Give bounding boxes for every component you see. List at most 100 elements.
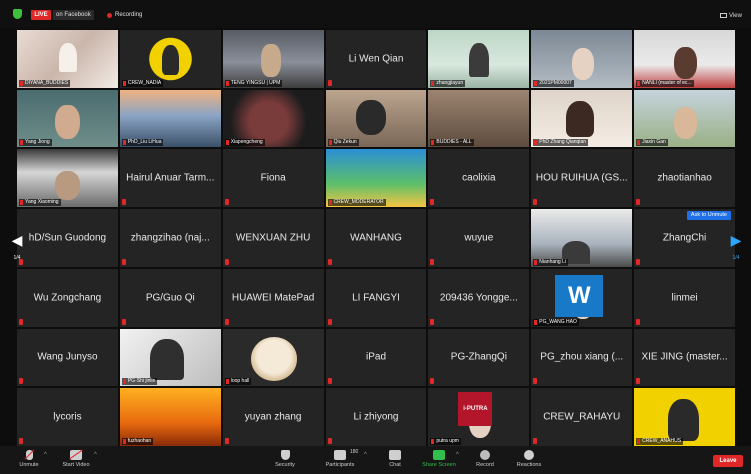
participant-tile[interactable]: Xiapengcheng — [222, 89, 324, 148]
participant-tile[interactable]: zhaotianhao — [634, 149, 735, 208]
participant-tile[interactable]: wuyue — [428, 209, 530, 267]
muted-mic-icon — [533, 199, 538, 206]
muted-mic-icon — [636, 258, 641, 265]
participant-tile[interactable]: lycoris — [17, 388, 118, 446]
participant-tile[interactable]: caolixia — [428, 149, 530, 208]
view-button[interactable]: View — [720, 12, 742, 20]
participant-tile[interactable]: WANHANG — [325, 209, 427, 267]
participant-name: caolixia — [462, 172, 496, 184]
participant-name: XIE JING (master... — [641, 351, 728, 363]
participant-tile[interactable]: PhD_Liu LiHua — [119, 89, 221, 148]
participant-tile[interactable]: BUDDIES - ALL — [428, 89, 530, 148]
participant-tile[interactable]: DIYANA_BUDDIES — [17, 30, 118, 88]
participant-name-label: CREW_MODERATOR — [327, 199, 386, 207]
muted-mic-icon — [19, 438, 23, 444]
participant-tile[interactable]: Wu Zongchang — [17, 268, 118, 327]
record-button[interactable]: Record — [460, 448, 510, 468]
participant-tile[interactable]: hD/Sun Guodong — [17, 209, 118, 267]
participant-tile[interactable]: HOU RUIHUA (GS... — [531, 149, 633, 208]
participant-tile[interactable]: Nianhang Li — [531, 209, 633, 267]
participant-tile[interactable]: 2021PM00007 — [531, 30, 633, 88]
participant-tile[interactable]: Yang Xiaoming — [17, 149, 118, 208]
participant-tile[interactable]: W PG_WANG HAO — [531, 268, 633, 327]
participant-name: WENXUAN ZHU — [235, 232, 311, 244]
participant-name-label: PhD Zhang Qianqian — [533, 139, 588, 147]
chat-button[interactable]: Chat — [370, 448, 420, 468]
smiley-icon — [524, 450, 534, 460]
share-screen-label: Share Screen — [422, 462, 456, 468]
participant-tile[interactable]: fuzhaohan — [119, 388, 221, 446]
next-page-button[interactable]: ▶ 1/4 — [729, 226, 743, 270]
participant-tile[interactable]: HUAWEI MatePad — [222, 268, 324, 327]
muted-mic-icon — [327, 438, 332, 444]
participant-tile[interactable]: CREW_NADIA — [119, 30, 221, 88]
participant-tile[interactable]: linmei — [634, 268, 735, 327]
muted-mic-icon — [327, 378, 332, 385]
start-video-button[interactable]: Start Video — [51, 448, 101, 468]
muted-mic-icon — [121, 318, 126, 325]
participant-tile[interactable]: ZhangChi Ask to Unmute — [634, 209, 735, 267]
participant-tile[interactable]: PG-Shi jinlin — [119, 328, 221, 387]
share-screen-button[interactable]: Share Screen — [414, 448, 464, 468]
gallery-grid: DIYANA_BUDDIES CREW_NADIA TENG YINGSU | UP… — [17, 30, 735, 446]
participant-tile[interactable]: CREW_ANAHUS — [634, 388, 735, 446]
view-button-label: View — [729, 13, 742, 19]
participant-tile[interactable]: PG_zhou xiang (... — [531, 328, 633, 387]
unmute-button[interactable]: Unmute — [4, 448, 54, 468]
video-options-caret-icon[interactable]: ^ — [94, 452, 97, 458]
participant-tile[interactable]: PG-ZhangQi — [428, 328, 530, 387]
participant-name: yuyan zhang — [244, 411, 302, 423]
participant-name-label: zhangjiayun — [430, 79, 466, 87]
participant-tile[interactable]: TENG YINGSU | UPM — [222, 30, 324, 88]
participant-tile[interactable]: CREW_MODERATOR — [325, 149, 427, 208]
participant-tile[interactable]: Qiu Zekun — [325, 89, 427, 148]
participant-tile[interactable]: Hairul Anuar Tarm... — [119, 149, 221, 208]
previous-page-button[interactable]: ◀ 1/4 — [10, 226, 24, 270]
participant-tile[interactable]: Wang Junyso — [17, 328, 118, 387]
participant-tile[interactable]: XIE JING (master... — [634, 328, 735, 387]
reactions-button[interactable]: Reactions — [504, 448, 554, 468]
ask-to-unmute-button[interactable]: Ask to Unmute — [686, 211, 731, 221]
participant-name-label: Qiu Zekun — [327, 139, 359, 147]
participant-tile[interactable]: Jiaxin Gan — [634, 89, 735, 148]
participant-tile[interactable]: yuyan zhang — [222, 388, 324, 446]
audio-options-caret-icon[interactable]: ^ — [44, 452, 47, 458]
participant-tile[interactable]: PG/Guo Qi — [119, 268, 221, 327]
participant-tile[interactable]: zhangzihao (naj... — [119, 209, 221, 267]
participant-tile[interactable]: Li Wen Qian — [325, 30, 427, 88]
participant-count: 180 — [350, 449, 359, 455]
participants-options-caret-icon[interactable]: ^ — [364, 452, 367, 458]
shield-icon[interactable] — [13, 9, 22, 19]
participant-tile[interactable]: CREW_RAHAYU — [531, 388, 633, 446]
participant-name: Li zhiyong — [353, 411, 399, 423]
participant-tile[interactable]: iPad — [325, 328, 427, 387]
recording-label: Recording — [115, 12, 143, 18]
muted-mic-icon — [25, 450, 33, 460]
participant-name-label: PG_WANG HAO — [533, 318, 579, 326]
participant-tile[interactable]: LI FANGYI — [325, 268, 427, 327]
participant-name-label: Yang Jiong — [19, 139, 52, 147]
record-label: Record — [476, 462, 494, 468]
live-target-label[interactable]: on Facebook — [53, 10, 94, 20]
muted-mic-icon — [224, 199, 229, 206]
participant-tile[interactable]: loop hall — [222, 328, 324, 387]
live-badge[interactable]: LIVE — [31, 10, 51, 20]
muted-mic-icon — [636, 378, 641, 385]
participant-name-label: CREW_NADIA — [121, 79, 164, 87]
muted-mic-icon — [430, 258, 435, 265]
participant-tile[interactable]: zhangjiayun — [428, 30, 530, 88]
participant-tile[interactable]: NANLI (master of ec... — [634, 30, 735, 88]
participants-icon — [334, 450, 346, 460]
participant-name: HUAWEI MatePad — [231, 292, 315, 304]
share-options-caret-icon[interactable]: ^ — [456, 452, 459, 458]
participant-tile[interactable]: i-PUTRA putra upm — [428, 388, 530, 446]
participant-tile[interactable]: 209436 Yongge... — [428, 268, 530, 327]
participant-name-label: 2021PM00007 — [533, 79, 574, 87]
participant-tile[interactable]: WENXUAN ZHU — [222, 209, 324, 267]
participant-tile[interactable]: Fiona — [222, 149, 324, 208]
participant-tile[interactable]: Yang Jiong — [17, 89, 118, 148]
participant-tile[interactable]: PhD Zhang Qianqian — [531, 89, 633, 148]
participant-tile[interactable]: Li zhiyong — [325, 388, 427, 446]
leave-button[interactable]: Leave — [713, 455, 743, 467]
security-button[interactable]: Security — [260, 448, 310, 468]
